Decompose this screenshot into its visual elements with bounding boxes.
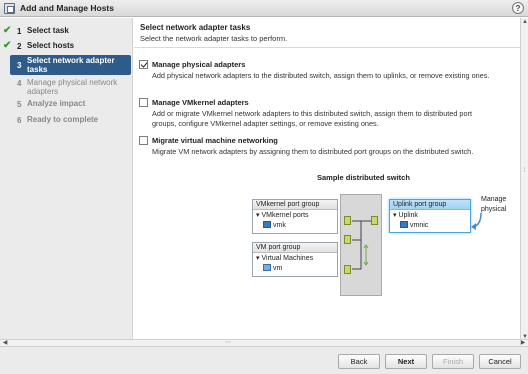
tree-leaf: vmnic [400, 221, 428, 230]
manage-physical-adapters-checkbox[interactable] [139, 60, 148, 69]
divider [134, 47, 520, 48]
tree-node-label: Virtual Machines [261, 255, 314, 262]
wizard-steps-sidebar: ✔ 1 Select task ✔ 2 Select hosts 3 Selec… [0, 18, 133, 341]
page-title: Select network adapter tasks [140, 23, 251, 32]
scroll-right-icon[interactable]: ▶ [519, 339, 527, 347]
step-ready-to-complete: 6 Ready to complete [0, 113, 133, 128]
scroll-grip-icon[interactable]: ⋯ [225, 339, 231, 346]
distributed-switch-graphic [340, 194, 382, 296]
step-select-task[interactable]: ✔ 1 Select task [0, 24, 133, 39]
horizontal-scrollbar[interactable]: ◀ ⋯ ▶ [0, 339, 528, 347]
virtual-machine-icon [263, 264, 271, 271]
option-description: Add or migrate VMkernel network adapters… [152, 109, 472, 128]
page-subtitle: Select the network adapter tasks to perf… [140, 34, 288, 43]
diagram-title: Sample distributed switch [317, 173, 410, 182]
tree-node-label: Uplink [398, 212, 418, 219]
diagram-callout: Manage physical adapters [481, 196, 507, 213]
step-manage-physical-adapters: 4 Manage physical network adapters [0, 76, 133, 96]
tree-node: ▾ Virtual Machines [256, 255, 314, 262]
vmkernel-adapter-icon [263, 221, 271, 228]
step-number: 4 [17, 79, 22, 88]
option-title: Manage physical adapters [152, 60, 246, 69]
step-label: Select hosts [27, 41, 75, 50]
port-group-header: Uplink port group [390, 200, 470, 210]
option-description: Migrate VM network adapters by assigning… [152, 147, 474, 156]
main-content: Select network adapter tasks Select the … [134, 18, 520, 341]
step-number: 5 [17, 100, 22, 109]
wizard-footer: Back Next Finish Cancel [0, 347, 528, 374]
vm-port-group: VM port group ▾ Virtual Machines vm [252, 242, 338, 277]
port-group-header: VMkernel port group [253, 200, 337, 210]
scroll-up-icon[interactable]: ▲ [521, 18, 528, 26]
step-label: Analyze impact [27, 99, 86, 108]
tree-leaf-label: vmnic [410, 222, 429, 229]
cancel-button[interactable]: Cancel [479, 354, 521, 369]
step-number: 3 [17, 61, 22, 70]
step-number: 2 [17, 42, 22, 51]
step-number: 1 [17, 27, 22, 36]
tree-node: ▾ VMkernel ports [256, 212, 309, 219]
step-label: Select network adapter tasks [27, 56, 115, 74]
tree-leaf-label: vm [273, 265, 283, 272]
scroll-grip-icon[interactable]: ⁞ [522, 168, 527, 176]
step-label: Select task [27, 26, 69, 35]
back-button[interactable]: Back [338, 354, 380, 369]
window-title: Add and Manage Hosts [20, 3, 114, 13]
checkmark-icon: ✔ [3, 25, 12, 36]
physical-adapter-icon [400, 221, 408, 228]
vmkernel-port-group: VMkernel port group ▾ VMkernel ports vmk [252, 199, 338, 234]
option-title: Manage VMkernel adapters [152, 98, 249, 107]
title-bar: Add and Manage Hosts ? [0, 0, 528, 17]
tree-leaf: vm [263, 264, 282, 273]
migrate-vm-networking-checkbox[interactable] [139, 136, 148, 145]
step-label: Ready to complete [27, 115, 99, 124]
window-icon [4, 3, 15, 14]
next-button[interactable]: Next [385, 354, 427, 369]
tree-leaf: vmk [263, 221, 286, 230]
manage-vmkernel-adapters-checkbox[interactable] [139, 98, 148, 107]
option-title: Migrate virtual machine networking [152, 136, 278, 145]
tree-node: ▾ Uplink [393, 212, 418, 219]
tree-leaf-label: vmk [273, 222, 286, 229]
scroll-left-icon[interactable]: ◀ [1, 339, 9, 347]
uplink-port-group: Uplink port group ▾ Uplink vmnic [389, 199, 471, 233]
step-number: 6 [17, 116, 22, 125]
tree-node-label: VMkernel ports [261, 212, 309, 219]
help-icon[interactable]: ? [512, 2, 524, 14]
switch-wiring-icon [352, 220, 371, 270]
step-select-network-adapter-tasks[interactable]: 3 Select network adapter tasks [10, 55, 131, 75]
finish-button[interactable]: Finish [432, 354, 474, 369]
port-group-header: VM port group [253, 243, 337, 253]
step-analyze-impact: 5 Analyze impact [0, 97, 133, 112]
step-label: Manage physical network adapters [27, 78, 118, 96]
checkmark-icon: ✔ [3, 40, 12, 51]
vertical-scrollbar[interactable]: ▲ ⁞ ▼ [520, 18, 528, 341]
option-description: Add physical network adapters to the dis… [152, 71, 490, 80]
step-select-hosts[interactable]: ✔ 2 Select hosts [0, 39, 133, 54]
